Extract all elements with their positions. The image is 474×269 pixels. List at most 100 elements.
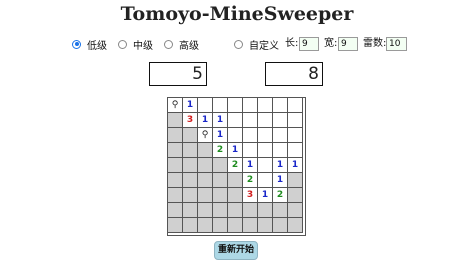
board-cell-number[interactable]: 2: [213, 143, 228, 158]
timer-counter: 8: [265, 62, 323, 86]
board-cell-closed[interactable]: [213, 158, 228, 173]
board-cell-closed[interactable]: [258, 203, 273, 218]
board-cell-closed[interactable]: [198, 158, 213, 173]
board-cell-number[interactable]: 1: [213, 128, 228, 143]
board-cell-empty[interactable]: [288, 143, 303, 158]
board-cell-closed[interactable]: [243, 203, 258, 218]
board-cell-closed[interactable]: [168, 128, 183, 143]
difficulty-medium-radio[interactable]: [118, 39, 127, 49]
board-cell-empty[interactable]: [258, 143, 273, 158]
board-cell-closed[interactable]: [228, 203, 243, 218]
board-cell-closed[interactable]: [198, 143, 213, 158]
board-cell-number[interactable]: 2: [243, 173, 258, 188]
board-cell-closed[interactable]: [168, 173, 183, 188]
difficulty-custom-option[interactable]: 自定义: [234, 36, 279, 52]
difficulty-hard-label: 高级: [179, 40, 199, 52]
board-cell-number[interactable]: 1: [213, 113, 228, 128]
board-cell-closed[interactable]: [288, 218, 303, 233]
board-cell-closed[interactable]: [168, 143, 183, 158]
board-cell-closed[interactable]: [198, 203, 213, 218]
board-cell-closed[interactable]: [183, 143, 198, 158]
board-cell-closed[interactable]: [168, 113, 183, 128]
board-cell-number[interactable]: 3: [243, 188, 258, 203]
board-cell-closed[interactable]: [213, 203, 228, 218]
board-cell-empty[interactable]: [243, 128, 258, 143]
board-cell-empty[interactable]: [228, 98, 243, 113]
board-cell-number[interactable]: 1: [183, 98, 198, 113]
board-cell-number[interactable]: 2: [273, 188, 288, 203]
board-cell-empty[interactable]: [288, 113, 303, 128]
board-cell-empty[interactable]: [258, 128, 273, 143]
board-cell-closed[interactable]: [228, 218, 243, 233]
board-cell-closed[interactable]: [228, 188, 243, 203]
board-cell-closed[interactable]: [168, 158, 183, 173]
board-cell-number[interactable]: 2: [228, 158, 243, 173]
board-cell-closed[interactable]: [183, 203, 198, 218]
board-cell-empty[interactable]: [288, 128, 303, 143]
restart-button[interactable]: 重新开始: [214, 241, 258, 260]
custom-height-label: 宽:: [324, 38, 338, 49]
board-cell-number[interactable]: 1: [198, 113, 213, 128]
board-cell-closed[interactable]: [183, 218, 198, 233]
board-cell-closed[interactable]: [213, 218, 228, 233]
board-cell-closed[interactable]: [258, 218, 273, 233]
difficulty-easy-option[interactable]: 低级: [72, 36, 107, 52]
board-cell-closed[interactable]: [213, 188, 228, 203]
board-cell-flagged[interactable]: ⚲: [198, 128, 213, 143]
board-cell-closed[interactable]: [183, 188, 198, 203]
board-cell-closed[interactable]: [183, 158, 198, 173]
board-cell-empty[interactable]: [243, 98, 258, 113]
custom-mines-label: 雷数:: [363, 38, 387, 49]
difficulty-custom-radio[interactable]: [234, 39, 243, 49]
board-cell-empty[interactable]: [273, 143, 288, 158]
board-cell-empty[interactable]: [273, 128, 288, 143]
board-cell-closed[interactable]: [198, 218, 213, 233]
board-cell-empty[interactable]: [258, 158, 273, 173]
minesweeper-board: ⚲ 1 3 1 1 ⚲ 1 2 1 2 1 1 1 2 1 3 1 2: [167, 97, 306, 236]
board-cell-empty[interactable]: [228, 128, 243, 143]
difficulty-medium-label: 中级: [133, 40, 153, 52]
board-cell-number[interactable]: 1: [288, 158, 303, 173]
board-cell-closed[interactable]: [288, 188, 303, 203]
board-cell-closed[interactable]: [243, 218, 258, 233]
board-cell-closed[interactable]: [168, 188, 183, 203]
board-cell-number[interactable]: 1: [243, 158, 258, 173]
board-cell-closed[interactable]: [198, 188, 213, 203]
board-cell-closed[interactable]: [168, 203, 183, 218]
custom-mines-input[interactable]: 10: [386, 37, 407, 51]
board-cell-number[interactable]: 1: [228, 143, 243, 158]
board-cell-closed[interactable]: [183, 173, 198, 188]
board-cell-empty[interactable]: [198, 98, 213, 113]
board-cell-number[interactable]: 3: [183, 113, 198, 128]
flag-icon: ⚲: [171, 100, 179, 110]
difficulty-easy-radio[interactable]: [72, 39, 81, 49]
board-cell-empty[interactable]: [258, 113, 273, 128]
board-cell-number[interactable]: 1: [273, 158, 288, 173]
board-cell-empty[interactable]: [243, 113, 258, 128]
difficulty-hard-radio[interactable]: [164, 39, 173, 49]
board-cell-closed[interactable]: [288, 173, 303, 188]
board-cell-flagged[interactable]: ⚲: [168, 98, 183, 113]
board-cell-closed[interactable]: [198, 173, 213, 188]
board-cell-empty[interactable]: [288, 98, 303, 113]
board-cell-empty[interactable]: [213, 98, 228, 113]
board-cell-closed[interactable]: [273, 218, 288, 233]
difficulty-hard-option[interactable]: 高级: [164, 36, 199, 52]
board-cell-closed[interactable]: [273, 203, 288, 218]
board-cell-closed[interactable]: [228, 173, 243, 188]
board-cell-closed[interactable]: [288, 203, 303, 218]
board-cell-closed[interactable]: [183, 128, 198, 143]
board-cell-empty[interactable]: [228, 113, 243, 128]
board-cell-closed[interactable]: [213, 173, 228, 188]
custom-height-input[interactable]: 9: [338, 37, 358, 51]
board-cell-number[interactable]: 1: [273, 173, 288, 188]
board-cell-empty[interactable]: [273, 113, 288, 128]
board-cell-empty[interactable]: [258, 173, 273, 188]
board-cell-number[interactable]: 1: [258, 188, 273, 203]
difficulty-medium-option[interactable]: 中级: [118, 36, 153, 52]
board-cell-empty[interactable]: [273, 98, 288, 113]
board-cell-empty[interactable]: [243, 143, 258, 158]
board-cell-closed[interactable]: [168, 218, 183, 233]
custom-width-input[interactable]: 9: [299, 37, 319, 51]
board-cell-empty[interactable]: [258, 98, 273, 113]
